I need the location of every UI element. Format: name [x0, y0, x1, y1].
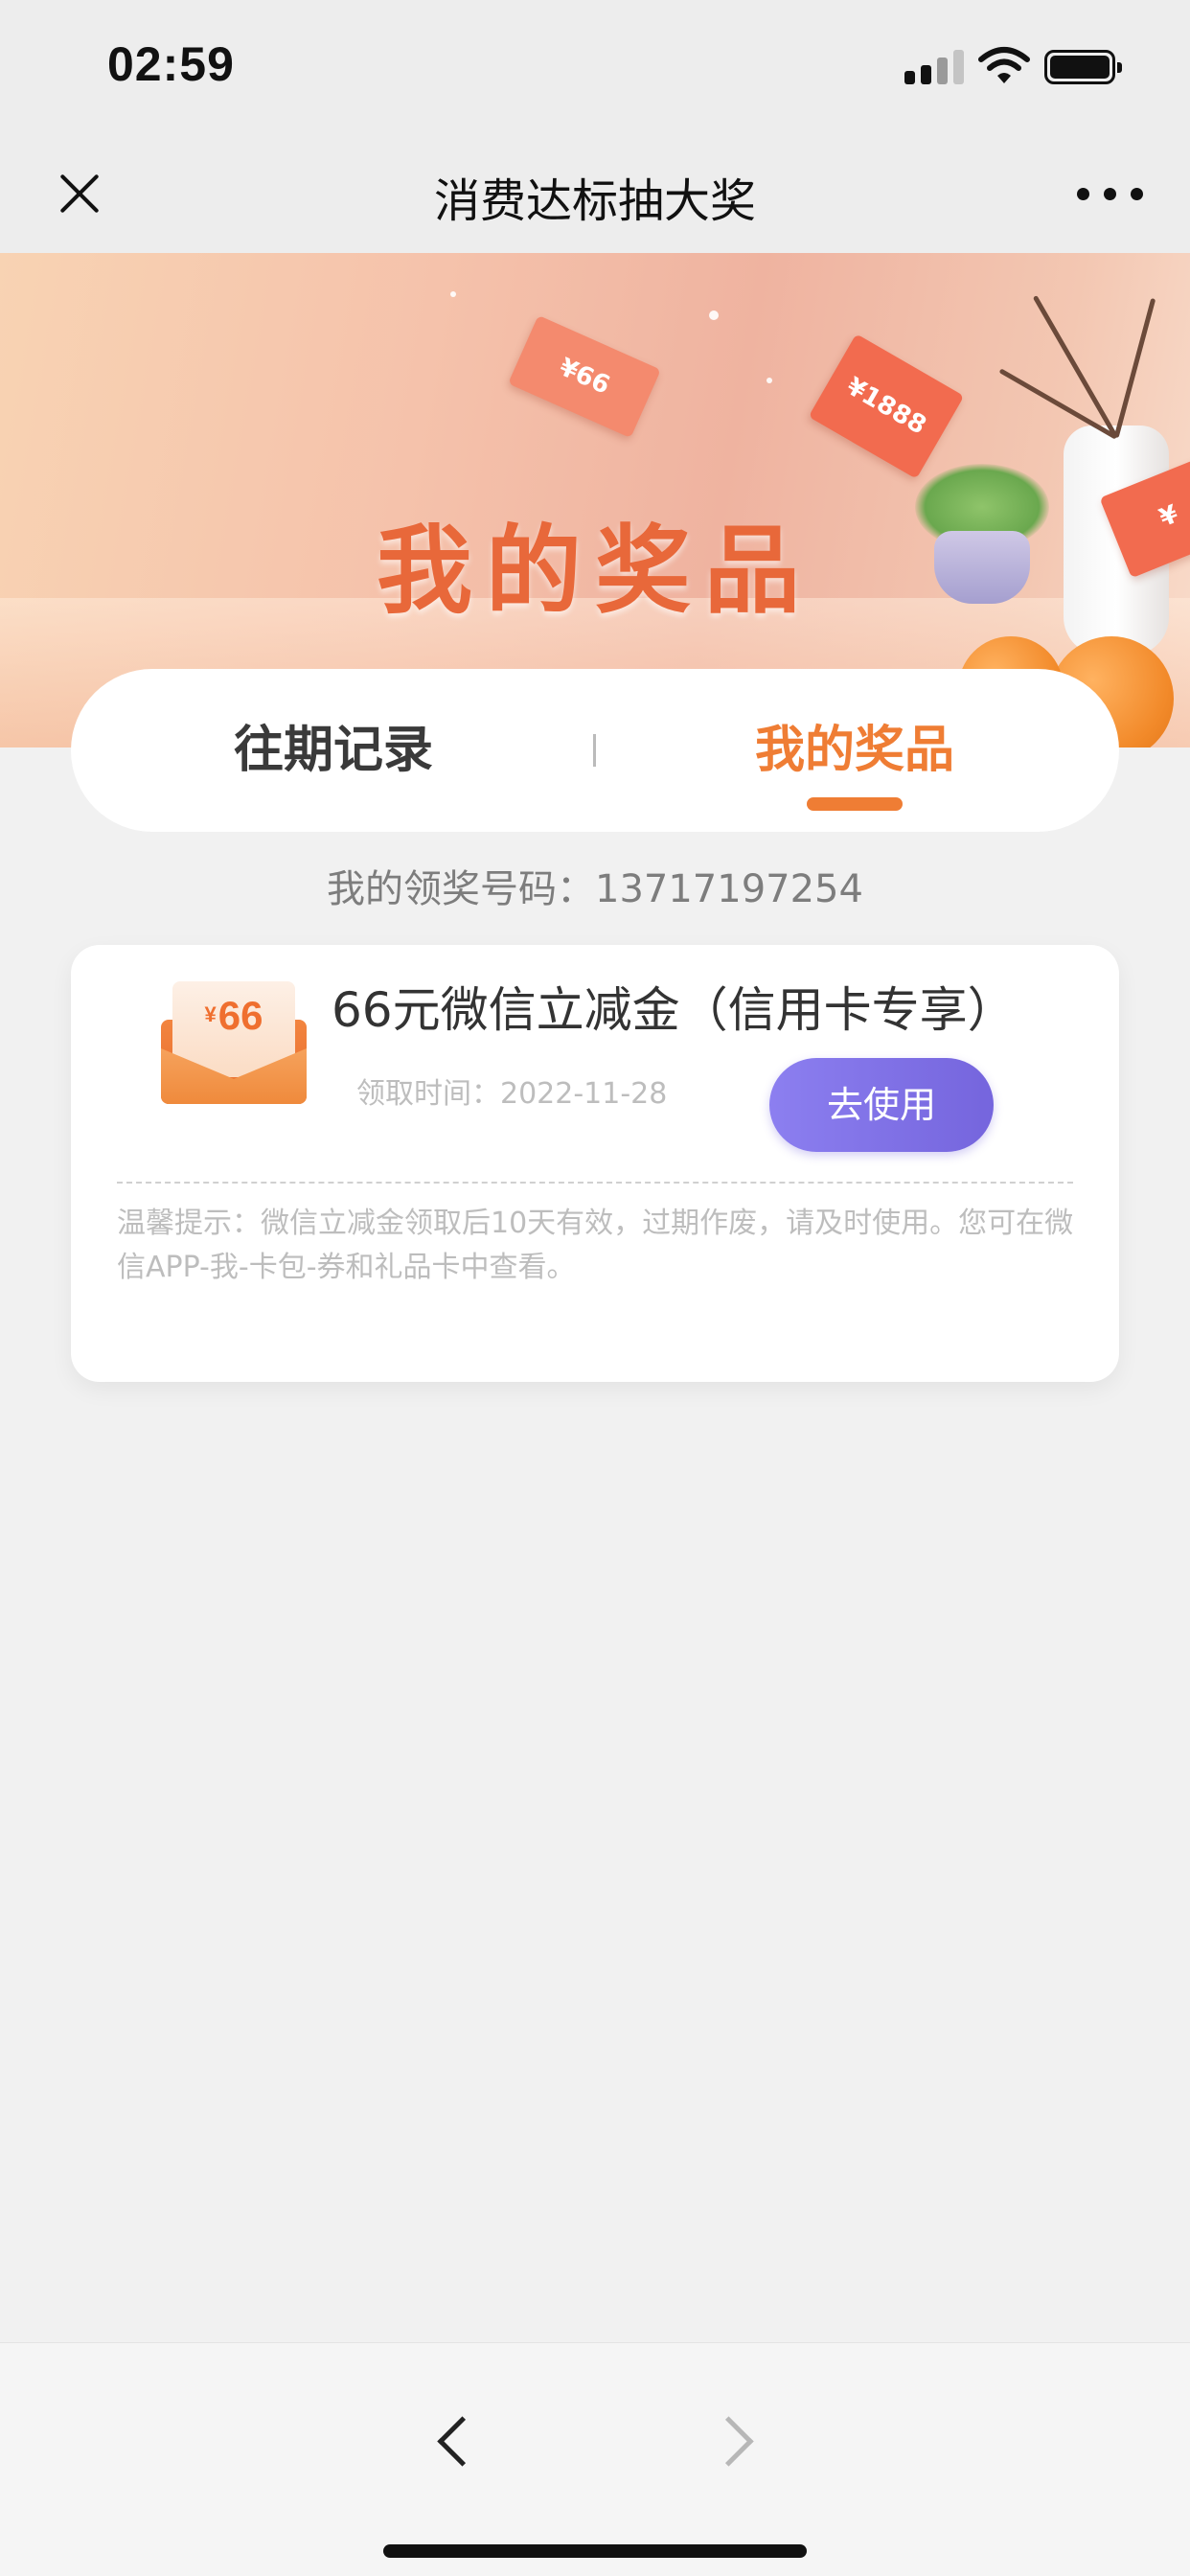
branch-decoration	[1113, 297, 1156, 439]
envelope-currency: ¥	[204, 1002, 217, 1026]
sparkle	[450, 291, 456, 297]
ticket-1888-decoration: ¥1888	[808, 334, 965, 479]
active-tab-indicator	[807, 797, 903, 811]
use-button[interactable]: 去使用	[769, 1058, 994, 1152]
chevron-left-icon[interactable]	[429, 2414, 483, 2468]
bottom-nav-bar	[0, 2342, 1190, 2576]
prize-code: 我的领奖号码：13717197254	[327, 867, 863, 911]
divider	[117, 1182, 1073, 1184]
tab-divider	[593, 734, 596, 767]
more-icon[interactable]	[1077, 188, 1144, 203]
tip-text: 温馨提示：微信立减金领取后10天有效，过期作废，请及时使用。您可在微信APP-我…	[117, 1207, 1074, 1284]
status-time: 02:59	[107, 37, 235, 91]
home-indicator[interactable]	[383, 2544, 807, 2558]
nav-bar: 消费达标抽大奖	[0, 134, 1190, 253]
tab-bar: 往期记录 我的奖品	[71, 669, 1119, 832]
sparkle	[709, 310, 719, 320]
prize-name: 66元微信立减金（信用卡专享）	[332, 982, 1016, 1038]
red-envelope-icon: ¥66	[161, 981, 307, 1104]
prize-card: ¥66 66元微信立减金（信用卡专享） 领取时间：2022-11-28 去使用 …	[71, 945, 1119, 1382]
claim-time: 领取时间：2022-11-28	[356, 1077, 668, 1111]
cellular-signal-icon	[904, 48, 964, 84]
envelope-amount: 66	[217, 993, 263, 1038]
ticket-66-decoration: ¥66	[508, 314, 661, 439]
page-title: 消费达标抽大奖	[433, 174, 756, 228]
status-bar: 02:59	[0, 0, 1190, 134]
banner-title: 我的奖品	[377, 515, 813, 627]
battery-icon	[1044, 50, 1122, 84]
wifi-icon	[978, 47, 1030, 83]
chevron-right-icon[interactable]	[709, 2414, 763, 2468]
sparkle	[767, 378, 772, 383]
tab-history[interactable]: 往期记录	[142, 669, 525, 832]
